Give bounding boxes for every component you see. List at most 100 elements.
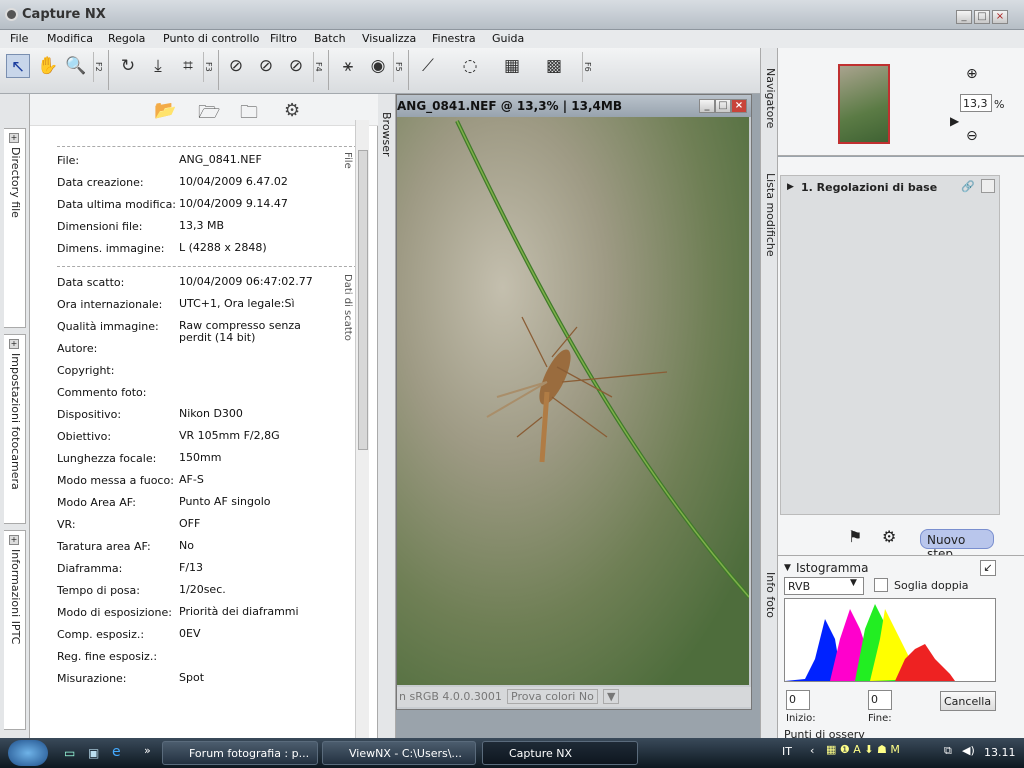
tray-expand-icon[interactable]: ‹ [810, 744, 814, 757]
red-eye-icon[interactable]: ⚹ [336, 54, 360, 78]
task-forum-fotografia[interactable]: Forum fotografia : p... [162, 741, 318, 765]
toolbar-section-f2[interactable]: F2 [93, 52, 103, 82]
close-button[interactable]: × [992, 10, 1008, 24]
fill-icon[interactable]: ▩ [542, 54, 566, 78]
maximize-button[interactable]: □ [974, 10, 990, 24]
toolbar-section-f4[interactable]: F4 [313, 52, 323, 82]
menu-visualizza[interactable]: Visualizza [362, 32, 416, 45]
ie-icon[interactable]: e [112, 744, 121, 760]
lasso-icon[interactable]: ◌ [458, 54, 482, 78]
tab-informazioni-iptc[interactable]: + Informazioni IPTC [4, 530, 26, 730]
toolbar-section-f6[interactable]: F6 [582, 52, 592, 82]
image-window: ANG_0841.NEF @ 13,3% | 13,4MB _ □ × n sR… [396, 94, 752, 710]
gear-icon[interactable]: ⚙ [284, 100, 300, 121]
file-panel-scrollbar[interactable] [355, 120, 369, 738]
histogram-chart[interactable] [784, 598, 996, 682]
tab-navigatore[interactable]: Navigatore [764, 68, 777, 128]
eyedropper-icon[interactable]: ↙ [980, 560, 996, 576]
toolbar-section-f3[interactable]: F3 [203, 52, 213, 82]
zoom-slider-icon[interactable]: ▶ [950, 114, 959, 128]
task-viewnx[interactable]: ViewNX - C:\Users\... [322, 741, 476, 765]
black-point-icon[interactable]: ⊘ [224, 54, 248, 78]
brush-icon[interactable]: ⟋ [416, 54, 440, 78]
chevron-down-icon[interactable]: ▼ [603, 689, 620, 704]
network-icon[interactable]: ⧉ [944, 744, 952, 758]
start-button[interactable] [8, 740, 48, 766]
title-bar: Capture NX _ □ × [0, 0, 1024, 30]
task-capture-nx[interactable]: Capture NX [482, 741, 638, 765]
arrow-select-icon[interactable]: ↖ [6, 54, 30, 78]
clock[interactable]: 13.11 [984, 746, 1016, 759]
start-input[interactable]: 0 [786, 690, 810, 710]
image-window-title: ANG_0841.NEF @ 13,3% | 13,4MB _ □ × [397, 95, 751, 117]
shot-info-row: Comp. esposiz.: 0EV [57, 628, 357, 648]
menu-batch[interactable]: Batch [314, 32, 346, 45]
info-value: AF-S [179, 473, 204, 486]
menu-finestra[interactable]: Finestra [432, 32, 476, 45]
link-icon[interactable]: 🔗 [961, 180, 975, 193]
step-regolazioni-di-base[interactable]: 1. Regolazioni di base [801, 181, 937, 194]
explorer-icon[interactable]: ▣ [88, 746, 99, 760]
white-point-icon[interactable]: ⊘ [254, 54, 278, 78]
tab-info-foto[interactable]: Info foto [764, 572, 777, 618]
volume-icon[interactable]: ◀) [962, 744, 975, 757]
menu-modifica[interactable]: Modifica [47, 32, 93, 45]
image-maximize-icon[interactable]: □ [715, 99, 731, 113]
cancel-button[interactable]: Cancella [940, 691, 996, 711]
info-value: ANG_0841.NEF [179, 153, 262, 166]
end-input[interactable]: 0 [868, 690, 892, 710]
scroll-thumb[interactable] [358, 150, 368, 450]
info-key: Dimens. immagine: [57, 242, 165, 255]
chevron-down-icon[interactable]: ▼ [850, 578, 857, 588]
save-folder-icon[interactable]: 🗁 [198, 100, 220, 130]
tray-icons[interactable]: ▦ ❶ A ⬇ ☗ M [826, 743, 926, 761]
neutral-point-icon[interactable]: ⊘ [284, 54, 308, 78]
info-key: Lunghezza focale: [57, 452, 157, 465]
tab-lista-modifiche[interactable]: Lista modifiche [764, 173, 777, 257]
info-value: 0EV [179, 627, 201, 640]
new-step-button[interactable]: Nuovo step [920, 529, 994, 561]
zoom-icon[interactable]: 🔍 [64, 54, 88, 78]
info-value: Nikon D300 [179, 407, 243, 420]
double-threshold-checkbox[interactable] [874, 578, 888, 592]
shot-info-row: Obiettivo: VR 105mm F/2,8G [57, 430, 357, 450]
collapse-arrow-icon[interactable]: ▼ [784, 563, 791, 573]
overflow-icon[interactable]: » [144, 744, 151, 757]
tab-browser[interactable]: Browser [380, 112, 393, 157]
eye-icon[interactable]: ◉ [366, 54, 390, 78]
flag-icon[interactable]: ⚑ [848, 527, 862, 546]
hand-icon[interactable]: ✋ [36, 54, 60, 78]
navigator-thumbnail[interactable] [838, 64, 890, 144]
menu-guida[interactable]: Guida [492, 32, 524, 45]
expand-icon: + [9, 133, 19, 143]
image-close-icon[interactable]: × [731, 99, 747, 113]
zoom-out-icon[interactable]: ⊖ [966, 128, 978, 144]
soft-proof-select[interactable]: Prova colori No [507, 689, 598, 704]
gear-icon[interactable]: ⚙ [882, 527, 896, 546]
open-folder-icon[interactable]: 📂 [154, 100, 176, 121]
crop-icon[interactable]: ⌗ [176, 54, 200, 78]
info-panel: ▼ Istogramma ↙ RVB ▼ Soglia doppia 0 0 I… [778, 555, 1024, 741]
step-checkbox[interactable] [981, 179, 995, 193]
photo-canvas[interactable] [397, 117, 749, 685]
image-minimize-icon[interactable]: _ [699, 99, 715, 113]
desktop-icon[interactable]: ▭ [64, 746, 75, 760]
menu-filtro[interactable]: Filtro [270, 32, 297, 45]
menu-regola[interactable]: Regola [108, 32, 145, 45]
straighten-icon[interactable]: ⤓ [146, 54, 170, 78]
minimize-button[interactable]: _ [956, 10, 972, 24]
menu-punto-di-controllo[interactable]: Punto di controllo [163, 32, 259, 45]
info-key: Modo messa a fuoco: [57, 474, 174, 487]
zoom-input[interactable]: 13,3 [960, 94, 992, 112]
menu-file[interactable]: File [10, 32, 28, 45]
info-key: Copyright: [57, 364, 115, 377]
tab-directory-file[interactable]: + Directory file [4, 128, 26, 328]
toolbar-section-f5[interactable]: F5 [393, 52, 403, 82]
tab-impostazioni-fotocamera[interactable]: + Impostazioni fotocamera [4, 334, 26, 524]
language-indicator[interactable]: IT [782, 745, 792, 758]
browse-folder-icon[interactable]: 🗀 [240, 100, 258, 130]
rotate-icon[interactable]: ↻ [116, 54, 140, 78]
zoom-in-icon[interactable]: ⊕ [966, 66, 978, 82]
expand-arrow-icon[interactable]: ▶ [787, 182, 794, 192]
gradient-icon[interactable]: ▦ [500, 54, 524, 78]
